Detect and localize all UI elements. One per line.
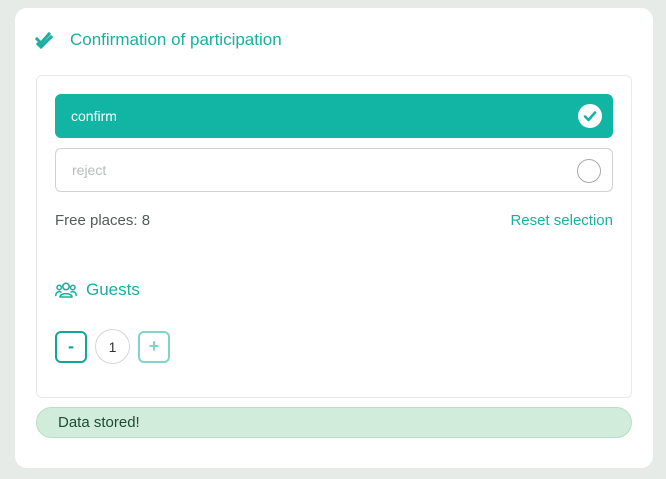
guests-header: Guests [55, 280, 140, 300]
card-title: Confirmation of participation [70, 30, 282, 49]
participation-card: Confirmation of participation confirm re… [15, 8, 653, 468]
guests-label: Guests [86, 280, 140, 299]
confirm-option[interactable]: confirm [55, 94, 613, 138]
selection-panel: confirm reject Free places: 8 Reset sele… [36, 75, 632, 398]
reject-option[interactable]: reject [55, 148, 613, 192]
guest-count: 1 [95, 329, 130, 364]
confirm-option-label: confirm [71, 108, 117, 124]
reject-option-label: reject [72, 162, 107, 178]
increment-button[interactable]: + [138, 330, 170, 363]
reset-selection-link[interactable]: Reset selection [510, 212, 613, 229]
empty-circle-icon [577, 159, 601, 183]
users-icon [55, 281, 77, 299]
card-header: Confirmation of participation [35, 28, 282, 52]
double-check-icon [35, 30, 55, 50]
guests-stepper: - 1 + [55, 329, 170, 364]
check-circle-icon [578, 104, 602, 128]
free-places-text: Free places: 8 [55, 212, 151, 229]
decrement-button[interactable]: - [55, 330, 87, 363]
status-message: Data stored! [36, 407, 632, 438]
